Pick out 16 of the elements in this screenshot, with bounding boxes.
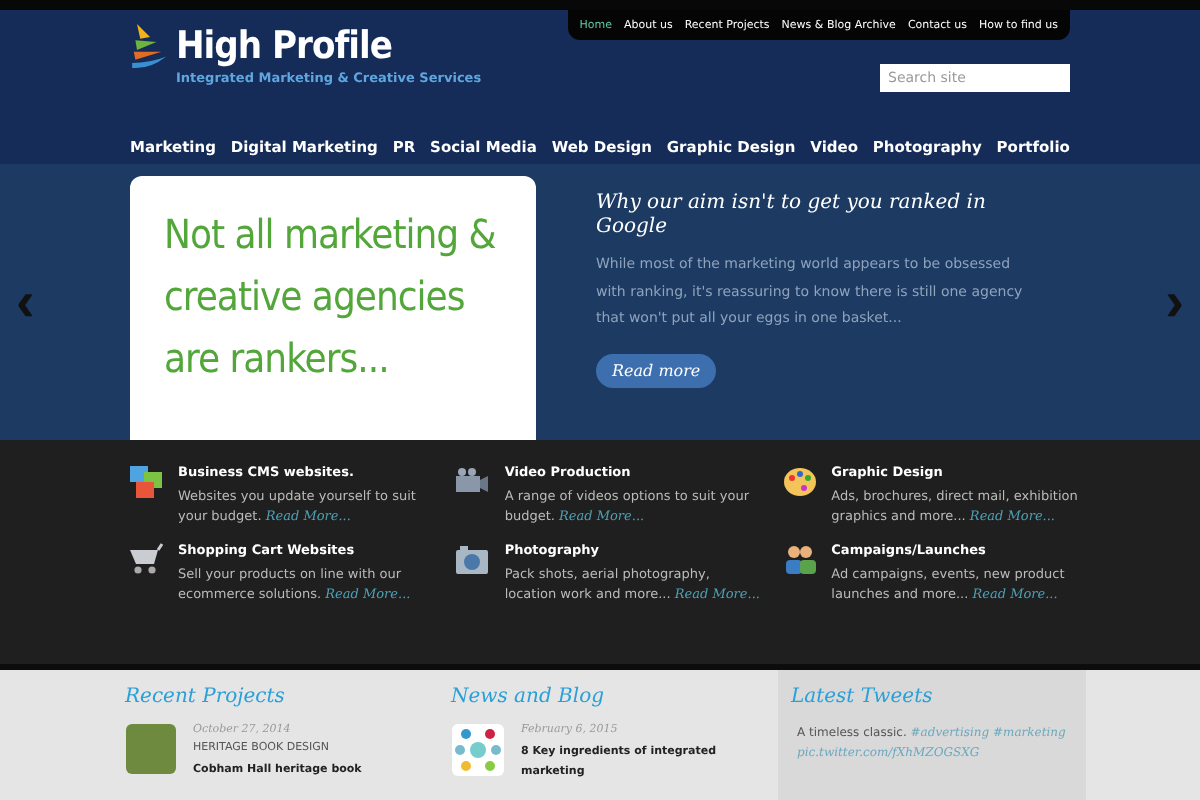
slide-headline: are rankers... (164, 332, 391, 386)
section-heading: News and Blog (451, 686, 606, 708)
read-more-button[interactable]: Read more (596, 353, 717, 387)
section-heading: Latest Tweets (791, 686, 935, 708)
slide-headline: Not all marketing & (164, 208, 498, 262)
palette-icon (781, 464, 818, 500)
slide-headline: creative agencies (164, 270, 467, 324)
shopping-cart-icon (128, 542, 164, 578)
photo-placeholder (125, 724, 175, 774)
slide-title: Why our aim isn't to get you ranked in Google (596, 192, 988, 240)
section-heading: Recent Projects (125, 686, 287, 708)
people-icon (781, 542, 818, 578)
brand-name: High Profile (176, 24, 394, 68)
diagram-thumbnail-icon (451, 724, 503, 776)
camera-icon (454, 542, 491, 578)
pictures-icon (128, 464, 164, 500)
